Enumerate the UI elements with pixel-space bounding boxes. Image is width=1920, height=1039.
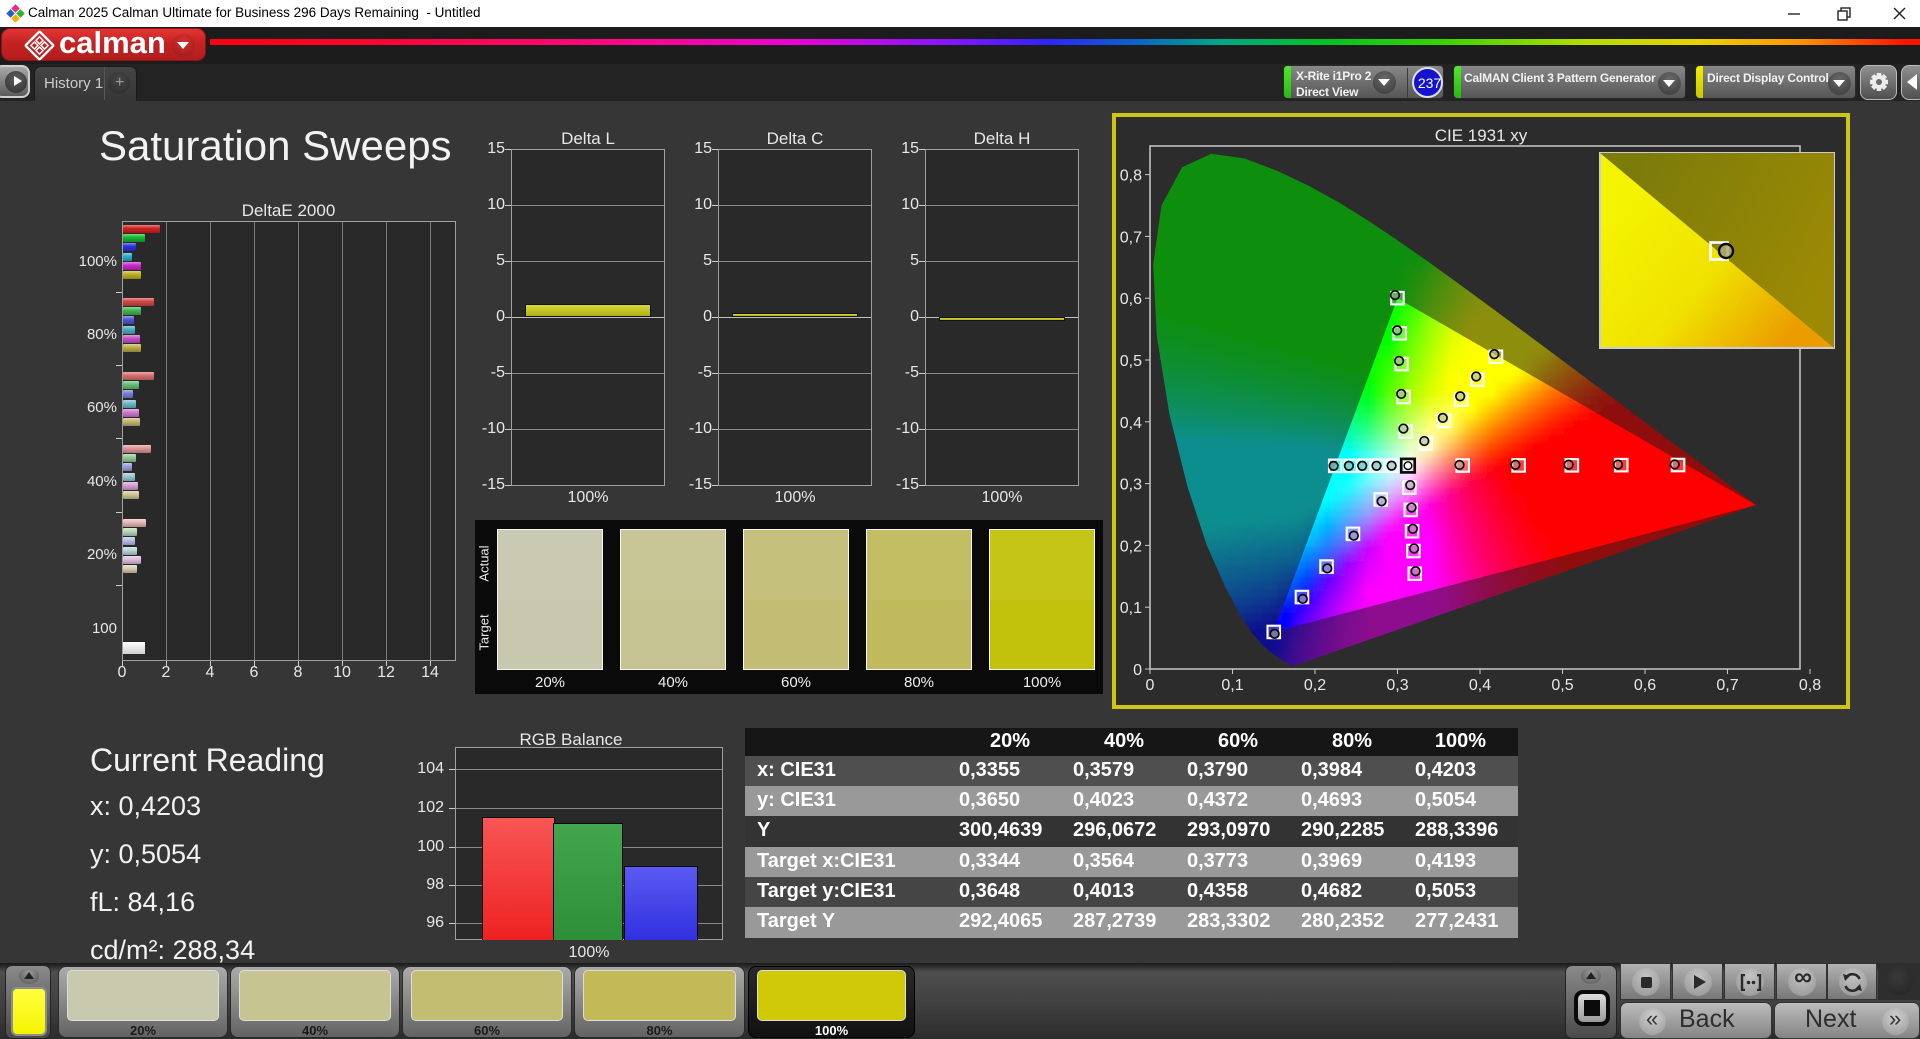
svg-text:CIE 1931 xy: CIE 1931 xy [1435, 126, 1528, 145]
svg-text:0,5: 0,5 [1120, 353, 1142, 370]
svg-text:0,5: 0,5 [1551, 677, 1573, 694]
svg-text:0: 0 [1133, 662, 1142, 679]
svg-text:0,7: 0,7 [1120, 229, 1142, 246]
svg-text:0,6: 0,6 [1634, 677, 1656, 694]
svg-text:0,2: 0,2 [1120, 538, 1142, 555]
svg-text:0,2: 0,2 [1304, 677, 1326, 694]
svg-text:0,7: 0,7 [1716, 677, 1738, 694]
svg-text:0,8: 0,8 [1120, 168, 1142, 185]
svg-text:0,3: 0,3 [1120, 477, 1142, 494]
svg-text:0,3: 0,3 [1386, 677, 1408, 694]
svg-text:0,4: 0,4 [1469, 677, 1491, 694]
svg-text:0,1: 0,1 [1221, 677, 1243, 694]
svg-text:0,8: 0,8 [1799, 677, 1821, 694]
svg-text:0,1: 0,1 [1120, 600, 1142, 617]
svg-text:0: 0 [1146, 677, 1155, 694]
svg-text:0,6: 0,6 [1120, 291, 1142, 308]
svg-text:0,4: 0,4 [1120, 415, 1142, 432]
